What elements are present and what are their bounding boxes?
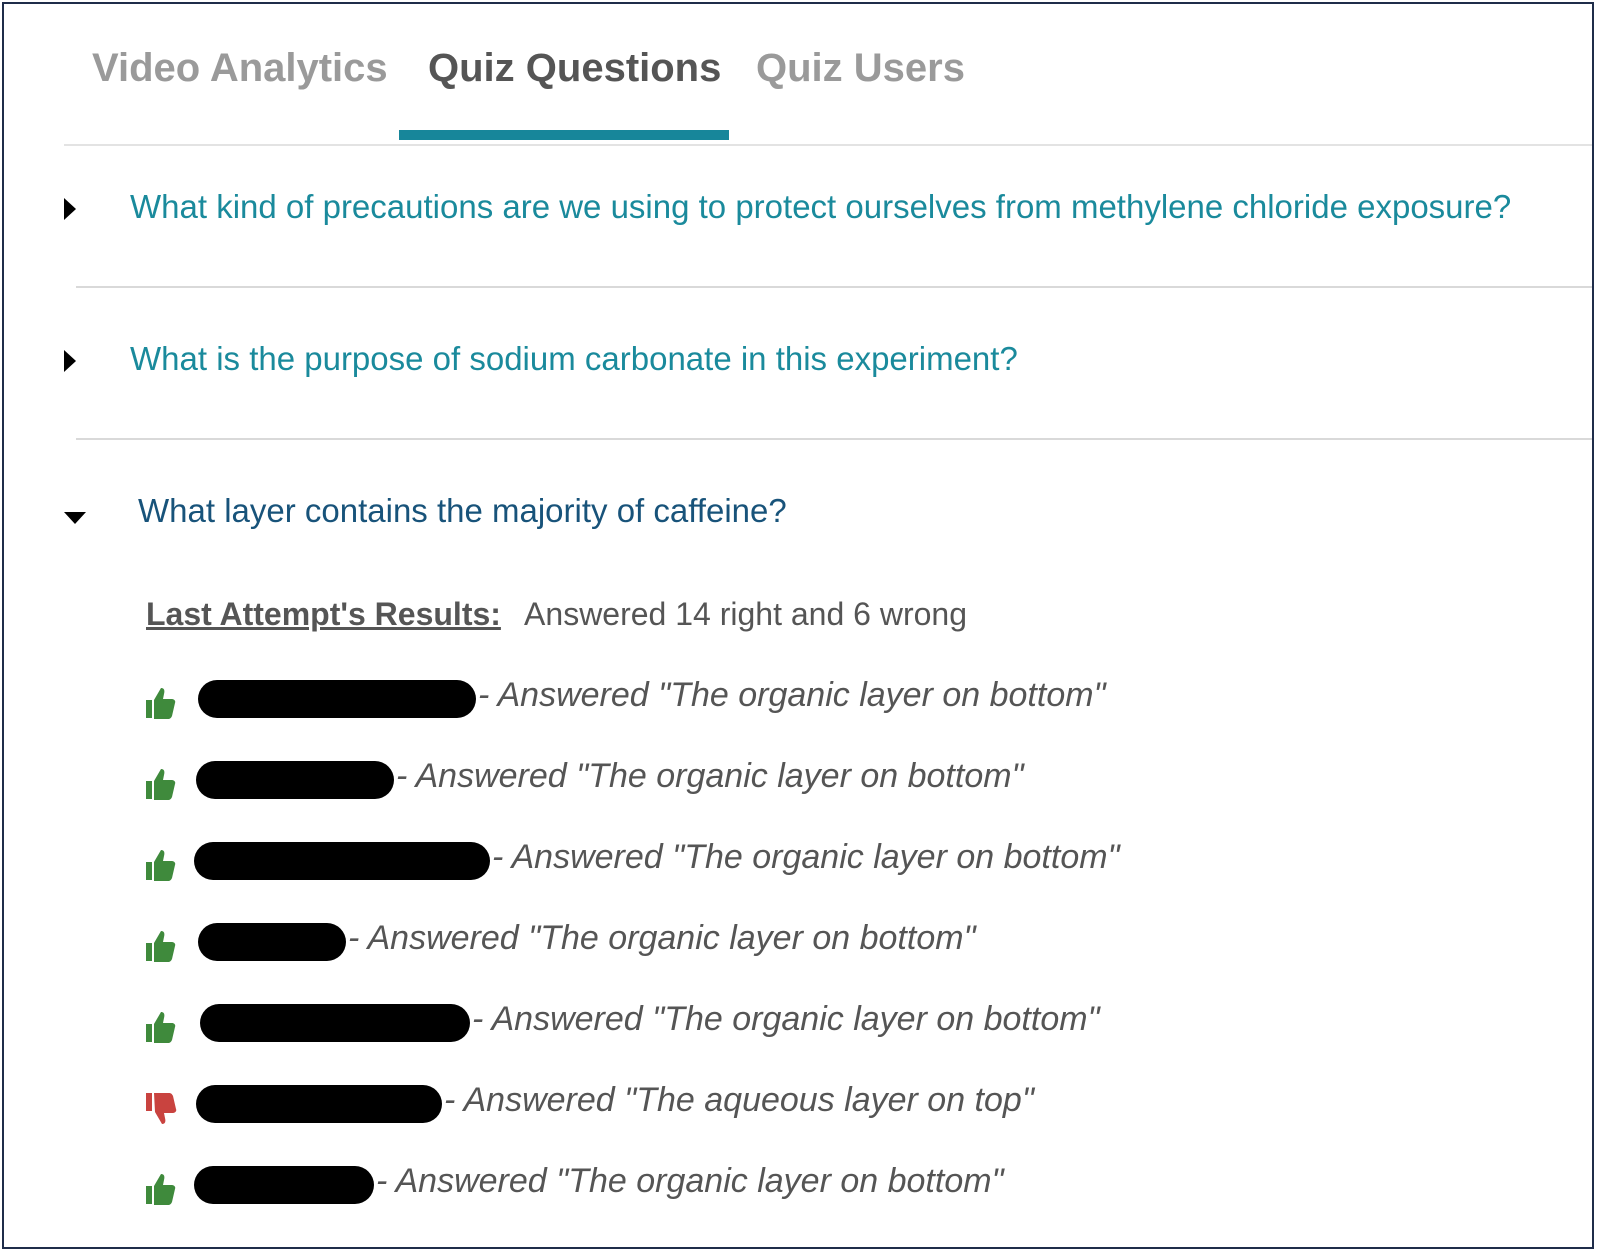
answer-text: - Answered "The organic layer on bottom" xyxy=(492,838,1120,876)
tab-video-analytics[interactable]: Video Analytics xyxy=(92,46,388,91)
redacted-user-name xyxy=(198,680,476,718)
redacted-user-name xyxy=(196,1085,442,1123)
active-tab-indicator xyxy=(399,130,729,140)
caret-right-icon xyxy=(64,350,76,372)
question-title[interactable]: What kind of precautions are we using to… xyxy=(130,188,1511,226)
answer-text: - Answered "The organic layer on bottom" xyxy=(396,757,1024,795)
answer-row: - Answered "The organic layer on bottom" xyxy=(144,919,1544,979)
question-row-2[interactable]: What is the purpose of sodium carbonate … xyxy=(4,326,1592,406)
caret-right-icon xyxy=(64,198,76,220)
redacted-user-name xyxy=(198,923,346,961)
thumbs-up-icon xyxy=(146,1012,176,1043)
tab-bar: Video Analytics Quiz Questions Quiz User… xyxy=(64,4,1592,146)
answer-text: - Answered "The organic layer on bottom" xyxy=(376,1162,1004,1200)
redacted-user-name xyxy=(194,1166,374,1204)
thumbs-down-icon xyxy=(146,1093,177,1124)
divider xyxy=(76,438,1592,440)
answer-row: - Answered "The organic layer on bottom" xyxy=(144,1000,1544,1060)
divider xyxy=(76,286,1592,288)
tab-quiz-questions[interactable]: Quiz Questions xyxy=(428,46,721,91)
thumbs-up-icon xyxy=(146,931,176,962)
quiz-analytics-panel: Video Analytics Quiz Questions Quiz User… xyxy=(2,2,1594,1249)
thumbs-up-icon xyxy=(146,769,176,800)
answer-row: - Answered "The organic layer on bottom" xyxy=(144,1162,1544,1222)
answer-row: - Answered "The organic layer on bottom" xyxy=(144,676,1544,736)
answer-row: - Answered "The aqueous layer on top" xyxy=(144,1081,1544,1141)
question-title[interactable]: What is the purpose of sodium carbonate … xyxy=(130,340,1018,378)
caret-down-icon xyxy=(64,512,86,524)
answer-text: - Answered "The organic layer on bottom" xyxy=(348,919,976,957)
answer-text: - Answered "The aqueous layer on top" xyxy=(444,1081,1034,1119)
question-title[interactable]: What layer contains the majority of caff… xyxy=(138,492,787,530)
results-summary: Answered 14 right and 6 wrong xyxy=(524,596,967,632)
answer-row: - Answered "The organic layer on bottom" xyxy=(144,757,1544,817)
redacted-user-name xyxy=(200,1004,470,1042)
answer-row: - Answered "The organic layer on bottom" xyxy=(144,838,1544,898)
answer-text: - Answered "The organic layer on bottom" xyxy=(478,676,1106,714)
redacted-user-name xyxy=(196,761,394,799)
answer-text: - Answered "The organic layer on bottom" xyxy=(472,1000,1100,1038)
thumbs-up-icon xyxy=(146,688,176,719)
question-row-1[interactable]: What kind of precautions are we using to… xyxy=(4,174,1592,254)
results-label: Last Attempt's Results: xyxy=(146,596,501,632)
thumbs-up-icon xyxy=(146,850,176,881)
tab-quiz-users[interactable]: Quiz Users xyxy=(756,46,965,91)
redacted-user-name xyxy=(194,842,490,880)
results-header: Last Attempt's Results: Answered 14 righ… xyxy=(146,596,967,633)
question-row-3[interactable]: What layer contains the majority of caff… xyxy=(4,478,1592,558)
thumbs-up-icon xyxy=(146,1174,176,1205)
